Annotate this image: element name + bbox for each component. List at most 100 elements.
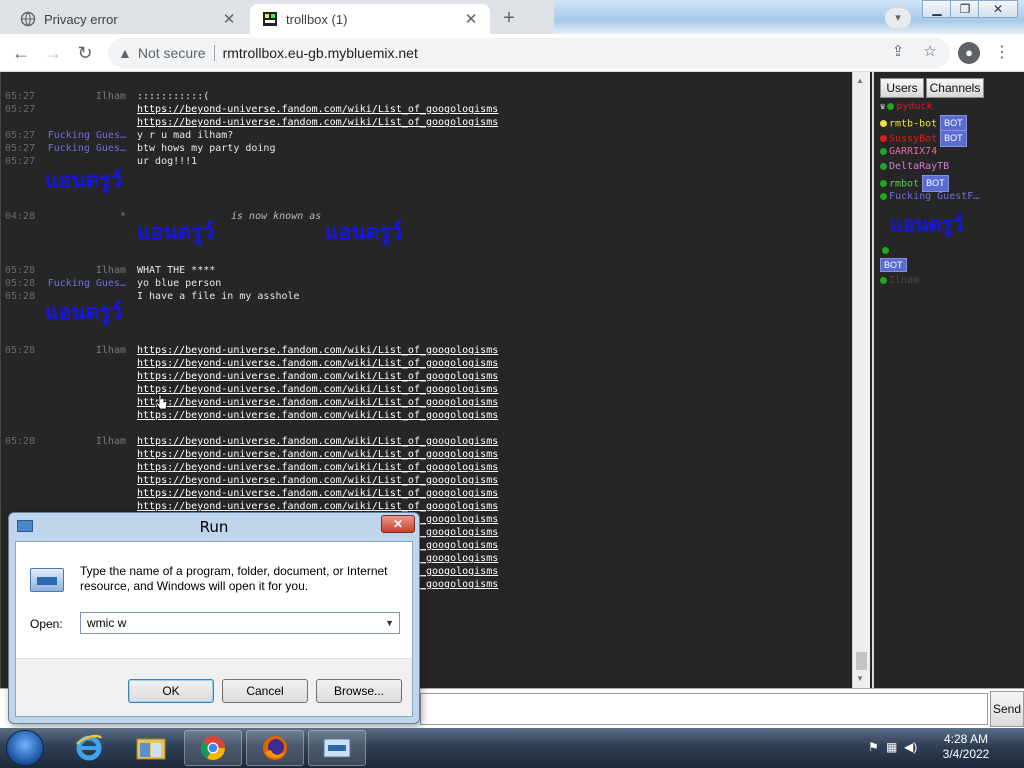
message-link[interactable]: https://beyond-universe.fandom.com/wiki/…: [137, 475, 498, 486]
message-nick[interactable]: Ilham: [96, 90, 126, 103]
tab-privacy-error[interactable]: Privacy error ✕: [8, 4, 248, 34]
message-nick[interactable]: Ilham: [96, 435, 126, 448]
channels-button[interactable]: Channels: [926, 78, 984, 98]
new-tab-button[interactable]: +: [498, 7, 520, 30]
message-link[interactable]: https://beyond-universe.fandom.com/wiki/…: [137, 397, 498, 408]
tab-title: trollbox (1): [286, 11, 348, 27]
message-time: 05:28: [5, 278, 36, 289]
message-time: 05:27: [5, 130, 36, 141]
message-link[interactable]: https://beyond-universe.fandom.com/wiki/…: [137, 436, 498, 447]
restore-icon[interactable]: ❐: [950, 0, 980, 18]
user-list-item[interactable]: Ilham: [880, 274, 919, 287]
close-dialog-button[interactable]: ✕: [381, 515, 415, 533]
back-arrow-icon[interactable]: ←: [10, 42, 32, 64]
chat-line: https://beyond-universe.fandom.com/wiki/…: [1, 461, 853, 474]
message-link[interactable]: https://beyond-universe.fandom.com/wiki/…: [137, 462, 498, 473]
bot-badge: BOT: [880, 258, 907, 272]
address-bar[interactable]: ▲ Not secure rmtrollbox.eu-gb.mybluemix.…: [108, 38, 950, 68]
message-link[interactable]: https://beyond-universe.fandom.com/wiki/…: [137, 488, 498, 499]
tab-strip: Privacy error ✕ trollbox (1) ✕ + ▾ ▁ ❐ ✕: [0, 0, 1024, 34]
user-list-item[interactable]: Fucking GuestF…: [880, 190, 979, 203]
message-nick[interactable]: Ilham: [96, 344, 126, 357]
profile-avatar-icon[interactable]: ●: [958, 42, 980, 64]
tab-trollbox[interactable]: trollbox (1) ✕: [250, 4, 490, 34]
message-input[interactable]: [420, 693, 988, 725]
command-input[interactable]: wmic w ▼: [80, 612, 400, 634]
run-dialog: Run ✕ Type the name of a program, folder…: [8, 512, 420, 724]
network-icon[interactable]: ▦: [886, 740, 897, 754]
user-list-item[interactable]: rmtb-bot BOT: [880, 115, 967, 132]
message-link[interactable]: https://beyond-universe.fandom.com/wiki/…: [137, 117, 498, 128]
bookmark-star-icon[interactable]: ☆: [920, 42, 940, 60]
close-tab-icon[interactable]: ✕: [462, 10, 480, 28]
user-panel: Users Channels ♛ pyduck rmtb-bot BOT SussyBo…: [872, 72, 1024, 688]
file-explorer-icon[interactable]: [122, 730, 180, 766]
message-text: I have a file in my asshole: [137, 291, 300, 302]
chat-line: 05:27 Ilham:::::::::::(: [1, 90, 853, 103]
cancel-button[interactable]: Cancel: [222, 679, 308, 703]
share-icon[interactable]: ⇪: [888, 42, 908, 60]
system-tray: ⚑ ▦ ◀) 4:28 AM 3/4/2022: [862, 728, 1024, 768]
run-icon[interactable]: [308, 730, 366, 766]
scroll-down-icon[interactable]: ▼: [856, 674, 864, 683]
forward-arrow-icon[interactable]: →: [42, 42, 64, 64]
message-nick[interactable]: Ilham: [96, 264, 126, 277]
menu-kebab-icon[interactable]: ⋮: [994, 42, 1010, 62]
message-text: :::::::::::(: [137, 91, 210, 102]
thai-old-name: แอนดรูว์: [137, 220, 215, 244]
close-window-icon[interactable]: ✕: [978, 0, 1018, 18]
user-thai-name[interactable]: แอนดรูว์: [890, 212, 964, 236]
clock[interactable]: 4:28 AM 3/4/2022: [918, 732, 1014, 762]
user-list-item[interactable]: DeltaRayTB: [880, 160, 949, 173]
user-list-item[interactable]: SussyBot BOT: [880, 130, 967, 147]
user-name: SussyBot: [889, 133, 938, 145]
user-name: rmbot: [889, 178, 920, 190]
message-link[interactable]: https://beyond-universe.fandom.com/wiki/…: [137, 410, 498, 421]
send-button[interactable]: Send: [990, 691, 1024, 727]
user-list-item[interactable]: rmbot BOT: [880, 175, 949, 192]
scroll-thumb[interactable]: [856, 652, 867, 670]
chat-line: https://beyond-universe.fandom.com/wiki/…: [1, 448, 853, 461]
scroll-up-icon[interactable]: ▲: [856, 76, 864, 85]
ok-button[interactable]: OK: [128, 679, 214, 703]
dropdown-arrow-icon[interactable]: ▼: [385, 613, 394, 633]
start-orb-icon[interactable]: [6, 730, 44, 766]
thai-display-name[interactable]: แอนดรูว์: [45, 300, 122, 324]
minimize-icon[interactable]: ▁: [922, 0, 952, 18]
message-link[interactable]: https://beyond-universe.fandom.com/wiki/…: [137, 104, 498, 115]
chat-line: https://beyond-universe.fandom.com/wiki/…: [1, 474, 853, 487]
message-link[interactable]: https://beyond-universe.fandom.com/wiki/…: [137, 371, 498, 382]
not-secure-label: Not secure: [137, 45, 206, 61]
close-tab-icon[interactable]: ✕: [220, 10, 238, 28]
message-nick[interactable]: Fucking Gues…: [48, 277, 126, 290]
user-list-item[interactable]: ♛ pyduck: [880, 100, 933, 113]
message-text: https://beyond-universe.fandom.com/wiki/…: [137, 461, 498, 474]
message-link[interactable]: https://beyond-universe.fandom.com/wiki/…: [137, 384, 498, 395]
tab-search-chevron-icon[interactable]: ▾: [885, 8, 911, 28]
message-text: ur dog!!!1: [137, 156, 198, 167]
thai-display-name[interactable]: แอนดรูว์: [45, 168, 122, 192]
bot-badge: BOT: [940, 130, 967, 147]
message-link[interactable]: https://beyond-universe.fandom.com/wiki/…: [137, 501, 498, 512]
message-time: 05:27: [5, 143, 36, 154]
users-button[interactable]: Users: [880, 78, 924, 98]
reload-icon[interactable]: ↻: [74, 42, 96, 64]
message-nick[interactable]: Fucking Gues…: [48, 142, 126, 155]
chat-scrollbar[interactable]: ▲ ▼: [852, 72, 870, 688]
internet-explorer-icon[interactable]: [60, 730, 118, 766]
message-text: https://beyond-universe.fandom.com/wiki/…: [137, 435, 498, 448]
volume-icon[interactable]: ◀): [904, 740, 917, 754]
message-link[interactable]: https://beyond-universe.fandom.com/wiki/…: [137, 449, 498, 460]
crown-icon: ♛: [880, 102, 886, 112]
message-nick[interactable]: Fucking Gues…: [48, 129, 126, 142]
message-link[interactable]: https://beyond-universe.fandom.com/wiki/…: [137, 358, 498, 369]
browse-button[interactable]: Browse...: [316, 679, 402, 703]
user-list-item[interactable]: GARRIX74: [880, 145, 937, 158]
screen: Privacy error ✕ trollbox (1) ✕ + ▾ ▁ ❐ ✕…: [0, 0, 1024, 768]
message-text: https://beyond-universe.fandom.com/wiki/…: [137, 344, 498, 357]
chrome-icon[interactable]: [184, 730, 242, 766]
chat-line: https://beyond-universe.fandom.com/wiki/…: [1, 357, 853, 370]
message-link[interactable]: https://beyond-universe.fandom.com/wiki/…: [137, 345, 498, 356]
flag-icon[interactable]: ⚑: [868, 740, 879, 754]
firefox-icon[interactable]: [246, 730, 304, 766]
